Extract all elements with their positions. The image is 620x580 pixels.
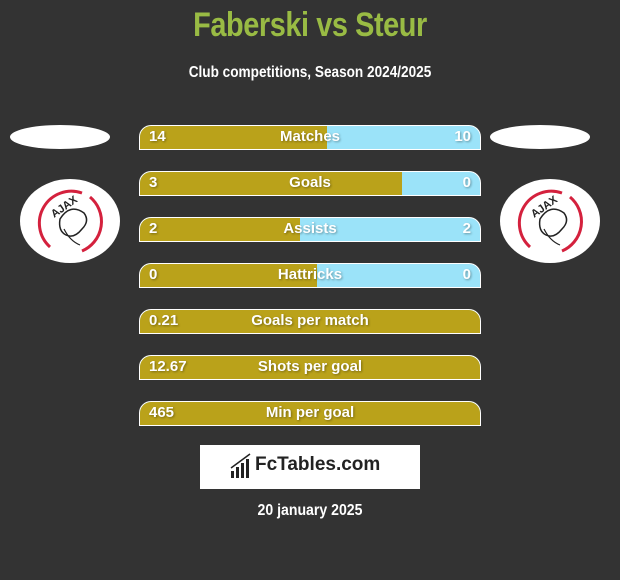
stat-row-assists: Assists 2 2 [139, 217, 481, 242]
stat-row-matches: Matches 14 10 [139, 125, 481, 150]
right-value: 10 [454, 128, 471, 145]
stat-label: Goals per match [251, 312, 369, 329]
left-value: 0.21 [149, 312, 179, 329]
left-player-placeholder [10, 125, 110, 149]
right-player-placeholder [490, 125, 590, 149]
right-value: 0 [462, 174, 471, 191]
right-value: 2 [462, 220, 471, 237]
stat-row-hattricks: Hattricks 0 0 [139, 263, 481, 288]
left-value: 14 [149, 128, 166, 145]
ajax-logo-icon: AJAX [517, 189, 583, 253]
stat-label: Matches [279, 128, 341, 145]
stat-row-shots-per-goal: Shots per goal 12.67 [139, 355, 481, 380]
left-value: 3 [149, 174, 158, 191]
right-value: 0 [462, 266, 471, 283]
stat-row-goals-per-match: Goals per match 0.21 [139, 309, 481, 334]
page-title: Faberski vs Steur [193, 6, 427, 44]
fctables-brand-link[interactable]: FcTables.com [200, 445, 420, 489]
bar-chart-icon [230, 453, 251, 478]
stat-label: Min per goal [265, 404, 355, 421]
left-value: 2 [149, 220, 158, 237]
season-subtitle: Club competitions, Season 2024/2025 [188, 64, 432, 81]
stat-label: Goals [289, 174, 331, 191]
stat-row-min-per-goal: Min per goal 465 [139, 401, 481, 426]
ajax-logo-icon: AJAX [37, 189, 103, 253]
date-label: 20 january 2025 [257, 502, 363, 519]
left-value: 0 [149, 266, 158, 283]
right-team-logo: AJAX [500, 179, 600, 263]
brand-name: FcTables.com [255, 454, 381, 475]
stat-row-goals: Goals 3 0 [139, 171, 481, 196]
stat-label: Shots per goal [257, 358, 363, 375]
left-value: 465 [149, 404, 175, 421]
stat-label: Hattricks [277, 266, 343, 283]
stat-label: Assists [283, 220, 337, 237]
left-team-logo: AJAX [20, 179, 120, 263]
left-value: 12.67 [149, 358, 187, 375]
